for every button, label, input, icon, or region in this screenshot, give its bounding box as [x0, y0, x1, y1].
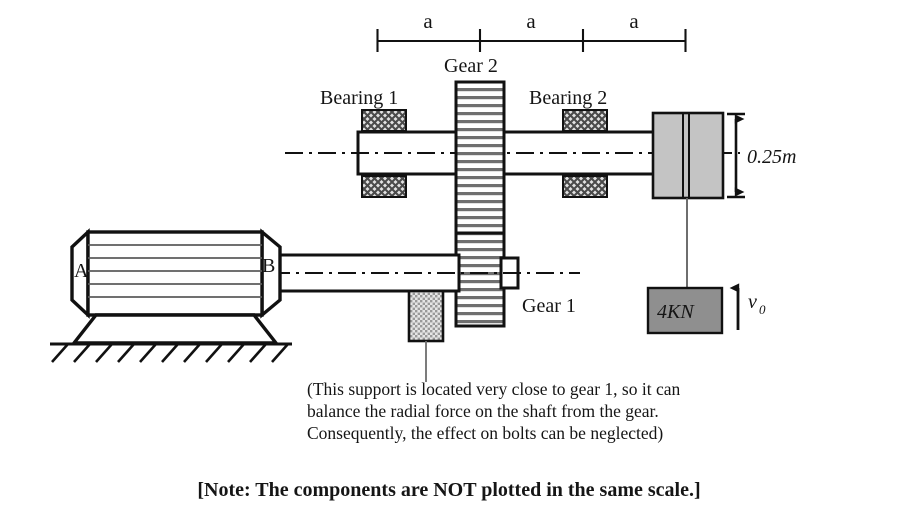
bearing-2-label: Bearing 2	[529, 87, 607, 109]
caption-group: (This support is located very close to g…	[307, 379, 680, 443]
bearing-1-upper-block	[361, 109, 407, 132]
bearing-1-label: Bearing 1	[320, 87, 398, 109]
caption-line-1: (This support is located very close to g…	[307, 379, 680, 399]
bearing-1-lower-block	[361, 175, 407, 198]
gear-2-body	[454, 80, 506, 235]
motor-group: A B	[70, 228, 282, 345]
gear-1-body	[454, 231, 506, 328]
scale-note: [Note: The components are NOT plotted in…	[197, 479, 700, 501]
caption-line-2: balance the radial force on the shaft fr…	[307, 401, 659, 421]
figure-canvas: a a a Bearing 1 Bearing 2 Gear 2 Gear 1	[0, 0, 899, 532]
motor-label-a: A	[74, 260, 89, 282]
velocity-subscript: 0	[759, 302, 766, 317]
caption-line-3: Consequently, the effect on bolts can be…	[307, 423, 663, 443]
dimension-label-a-2: a	[526, 9, 536, 33]
velocity-label: v	[748, 291, 757, 313]
bearing-2-lower-block	[562, 175, 608, 198]
engineering-diagram: a a a Bearing 1 Bearing 2 Gear 2 Gear 1	[0, 0, 899, 532]
bearing-2-upper-block	[562, 109, 608, 132]
gear-2-label: Gear 2	[444, 55, 498, 77]
dimension-label-a-3: a	[629, 9, 639, 33]
dimension-label-a-1: a	[423, 9, 433, 33]
motor-base	[70, 313, 280, 345]
support-block	[407, 289, 445, 343]
load-label: 4KN	[657, 301, 695, 323]
gear-1-label: Gear 1	[522, 295, 576, 317]
drum-diameter-label: 0.25m	[747, 146, 796, 168]
motor-label-b: B	[262, 255, 275, 277]
